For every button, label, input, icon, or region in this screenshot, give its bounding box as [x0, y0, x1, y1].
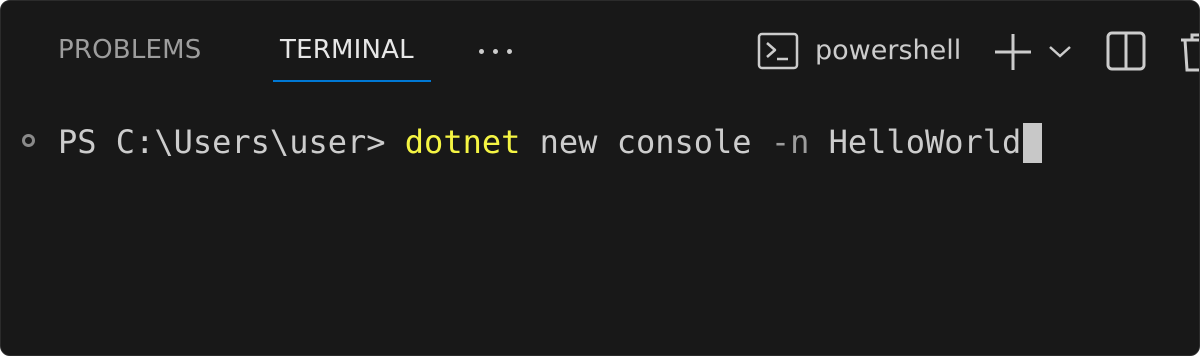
command-args: new console — [539, 123, 752, 161]
terminal-powershell-icon[interactable] — [756, 31, 800, 71]
active-tab-indicator — [273, 80, 431, 82]
command-flag: -n — [770, 123, 810, 161]
command-value: HelloWorld — [828, 123, 1022, 161]
prompt: PS C:\Users\user> — [58, 123, 386, 161]
shell-name[interactable]: powershell — [815, 35, 961, 66]
tab-problems[interactable]: PROBLEMS — [58, 35, 202, 65]
tab-terminal[interactable]: TERMINAL — [280, 35, 414, 65]
plus-icon[interactable] — [993, 32, 1033, 72]
command-name: dotnet — [404, 123, 521, 161]
command-decoration-icon[interactable] — [22, 134, 35, 147]
trash-icon[interactable] — [1179, 31, 1200, 73]
terminal-panel: PROBLEMS TERMINAL powershell PS C:\Users… — [0, 0, 1200, 356]
chevron-down-icon[interactable] — [1047, 40, 1073, 62]
split-terminal-icon[interactable] — [1106, 31, 1146, 71]
terminal-cursor — [1023, 123, 1043, 163]
command-line[interactable]: PS C:\Users\user> dotnet new console -n … — [58, 121, 1043, 163]
ellipsis-icon[interactable] — [475, 45, 517, 59]
